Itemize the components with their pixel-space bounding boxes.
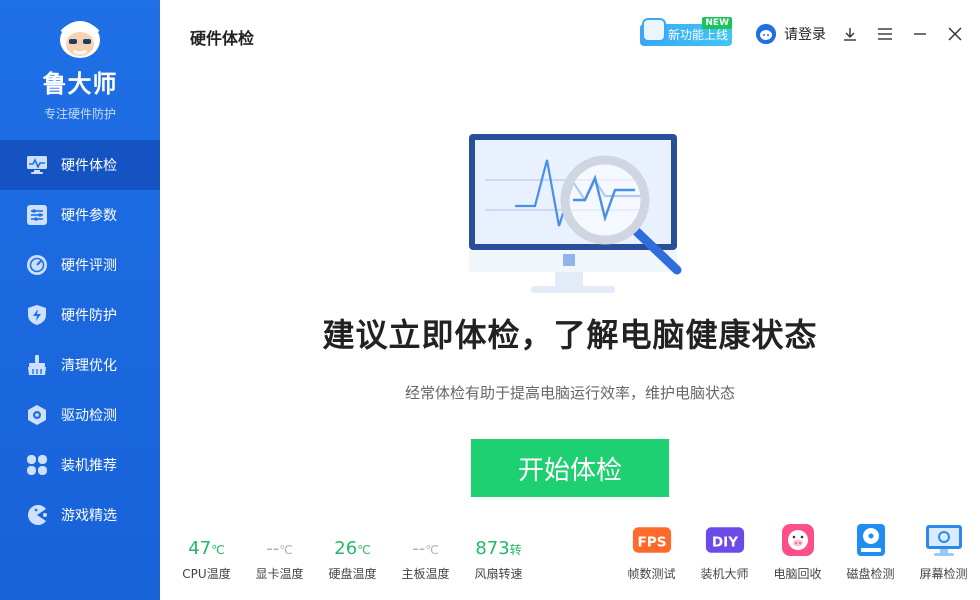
stat-label: 硬盘温度 xyxy=(328,567,377,581)
svg-text:FPS: FPS xyxy=(637,534,666,550)
stat-unit: ℃ xyxy=(425,543,439,557)
tool-diy-master[interactable]: DIY 装机大师 xyxy=(688,521,761,582)
pacman-icon xyxy=(26,504,48,526)
user-avatar-icon xyxy=(756,24,776,44)
download-icon xyxy=(844,28,856,41)
app-tagline: 专注硬件防护 xyxy=(43,107,116,121)
tool-label: 装机大师 xyxy=(700,567,749,581)
login-label: 请登录 xyxy=(784,27,826,43)
diy-icon: DIY xyxy=(705,521,745,559)
mascot-icon xyxy=(50,14,110,62)
new-badge: NEW xyxy=(702,17,732,29)
hero-subline: 经常体检有助于提高电脑运行效率，维护电脑状态 xyxy=(404,384,735,402)
app-name: 鲁大师 xyxy=(42,70,118,98)
sidebar-item-label: 硬件参数 xyxy=(61,208,117,224)
tool-disk-check[interactable]: 磁盘检测 xyxy=(834,521,907,582)
minimize-button[interactable] xyxy=(910,24,930,44)
pig-icon xyxy=(778,521,818,559)
tool-screen-check[interactable]: 屏幕检测 xyxy=(907,521,980,582)
broom-icon xyxy=(26,354,48,376)
login-button[interactable]: 请登录 xyxy=(756,24,826,44)
stat-unit: ℃ xyxy=(357,543,371,557)
shield-bolt-icon xyxy=(26,304,48,326)
sidebar-item-hardware-protect[interactable]: 硬件防护 xyxy=(0,290,160,340)
stat-disk-temp: 26℃ 硬盘温度 xyxy=(316,537,389,582)
sidebar-item-label: 装机推荐 xyxy=(61,458,117,474)
sidebar-item-label: 驱动检测 xyxy=(61,408,117,424)
app-logo: 鲁大师 专注硬件防护 xyxy=(0,0,160,140)
sidebar-item-label: 游戏精选 xyxy=(61,508,117,524)
monitor-wave-icon xyxy=(26,154,48,176)
sidebar-item-label: 清理优化 xyxy=(61,358,117,374)
sidebar-item-label: 硬件体检 xyxy=(61,158,117,174)
stat-label: CPU温度 xyxy=(182,567,231,581)
monitor-magnifier-illustration xyxy=(455,120,685,300)
page-title: 硬件体检 xyxy=(190,29,255,48)
stat-label: 主板温度 xyxy=(401,567,450,581)
gear-hex-icon xyxy=(26,404,48,426)
tool-shortcuts: FPS 帧数测试 DIY 装机大师 电脑回收 磁盘检测 屏幕检测 xyxy=(615,521,980,582)
sidebar-nav: 硬件体检 硬件参数 硬件评测 硬件防护 清理优化 驱动检测 装机推荐 游戏精选 xyxy=(0,140,160,540)
sidebar-item-build-recommend[interactable]: 装机推荐 xyxy=(0,440,160,490)
stat-label: 风扇转速 xyxy=(474,567,523,581)
tool-fps-test[interactable]: FPS 帧数测试 xyxy=(615,521,688,582)
box-icon xyxy=(642,18,666,42)
tool-label: 磁盘检测 xyxy=(846,567,895,581)
stat-unit: ℃ xyxy=(279,543,293,557)
stat-label: 显卡温度 xyxy=(255,567,304,581)
grid-blocks-icon xyxy=(26,454,48,476)
sidebar-item-hardware-params[interactable]: 硬件参数 xyxy=(0,190,160,240)
sidebar-item-label: 硬件防护 xyxy=(61,308,117,324)
sidebar-item-driver-check[interactable]: 驱动检测 xyxy=(0,390,160,440)
stat-fan-speed: 873转 风扇转速 xyxy=(462,537,535,582)
close-button[interactable] xyxy=(945,24,965,44)
stat-unit: ℃ xyxy=(211,543,225,557)
stat-value: 26 xyxy=(334,538,358,559)
sidebar-item-games[interactable]: 游戏精选 xyxy=(0,490,160,540)
main-panel: 建议立即体检，了解电脑健康状态 经常体检有助于提高电脑运行效率，维护电脑状态 开… xyxy=(160,120,980,497)
hamburger-icon xyxy=(878,28,892,40)
new-feature-button[interactable]: 新功能上线 NEW xyxy=(640,17,732,48)
gauge-icon xyxy=(26,254,48,276)
download-button[interactable] xyxy=(840,24,860,44)
disk-icon xyxy=(851,521,891,559)
sidebar: 鲁大师 专注硬件防护 硬件体检 硬件参数 硬件评测 硬件防护 清理优化 驱动检测… xyxy=(0,0,160,600)
header: 硬件体检 新功能上线 NEW 请登录 xyxy=(160,0,980,70)
screen-check-icon xyxy=(924,521,964,559)
stat-cpu-temp: 47℃ CPU温度 xyxy=(170,537,243,582)
temperature-stats: 47℃ CPU温度 --℃ 显卡温度 26℃ 硬盘温度 --℃ 主板温度 873… xyxy=(170,537,535,582)
close-icon xyxy=(948,27,962,41)
stat-value: 873 xyxy=(475,538,510,559)
stat-value: -- xyxy=(412,538,426,559)
tool-label: 屏幕检测 xyxy=(919,567,968,581)
fps-icon: FPS xyxy=(632,521,672,559)
stat-value: -- xyxy=(266,538,280,559)
sidebar-item-cleanup[interactable]: 清理优化 xyxy=(0,340,160,390)
stat-unit: 转 xyxy=(509,543,522,557)
tool-pc-recycle[interactable]: 电脑回收 xyxy=(761,521,834,582)
sidebar-item-hardware-benchmark[interactable]: 硬件评测 xyxy=(0,240,160,290)
stat-gpu-temp: --℃ 显卡温度 xyxy=(243,537,316,582)
hero-headline: 建议立即体检，了解电脑健康状态 xyxy=(322,316,818,354)
sidebar-item-hardware-check[interactable]: 硬件体检 xyxy=(0,140,160,190)
menu-button[interactable] xyxy=(875,24,895,44)
stat-value: 47 xyxy=(188,538,212,559)
sidebar-item-label: 硬件评测 xyxy=(61,258,117,274)
tool-label: 帧数测试 xyxy=(627,567,676,581)
tool-label: 电脑回收 xyxy=(773,567,822,581)
minimize-icon xyxy=(914,33,926,35)
sliders-icon xyxy=(26,204,48,226)
stat-board-temp: --℃ 主板温度 xyxy=(389,537,462,582)
start-check-button[interactable]: 开始体检 xyxy=(471,439,669,497)
svg-text:DIY: DIY xyxy=(711,534,737,550)
